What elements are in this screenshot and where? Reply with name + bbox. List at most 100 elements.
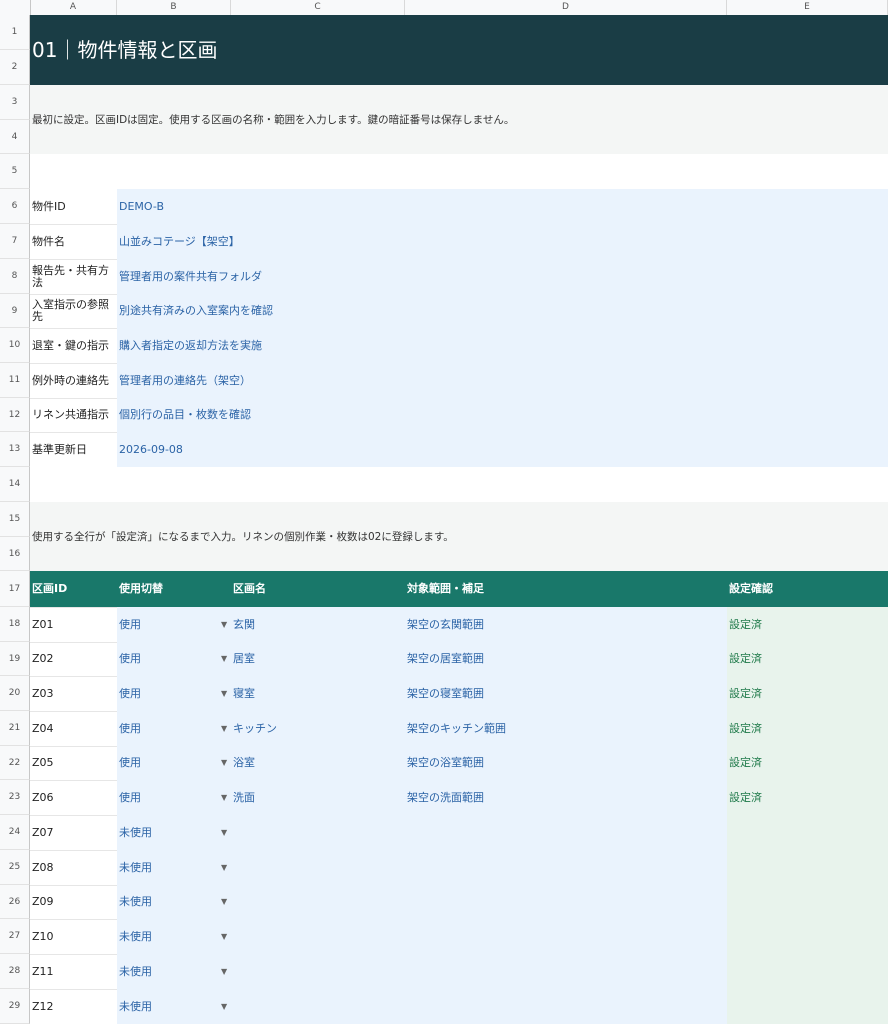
column-header-d[interactable]: D <box>405 0 727 15</box>
row-header-14[interactable]: 14 <box>0 467 30 502</box>
row-header-26[interactable]: 26 <box>0 885 30 919</box>
dropdown-arrow-icon[interactable]: ▼ <box>221 642 227 676</box>
column-header-c[interactable]: C <box>231 0 405 15</box>
dropdown-arrow-icon[interactable]: ▼ <box>221 989 227 1024</box>
zone-name[interactable] <box>233 815 403 850</box>
use-toggle-select[interactable]: 使用 <box>119 780 217 815</box>
property-value[interactable]: DEMO-B <box>119 189 719 224</box>
dropdown-arrow-icon[interactable]: ▼ <box>221 850 227 885</box>
row-header-24[interactable]: 24 <box>0 815 30 850</box>
dropdown-arrow-icon[interactable]: ▼ <box>221 676 227 711</box>
zone-name[interactable] <box>233 850 403 885</box>
row-header-17[interactable]: 17 <box>0 571 30 607</box>
use-toggle-select[interactable]: 使用 <box>119 711 217 746</box>
use-toggle-select[interactable]: 使用 <box>119 607 217 642</box>
dropdown-arrow-icon[interactable]: ▼ <box>221 711 227 746</box>
dropdown-arrow-icon[interactable]: ▼ <box>221 746 227 780</box>
zone-scope[interactable]: 架空のキッチン範囲 <box>407 711 725 746</box>
zone-scope[interactable] <box>407 989 725 1024</box>
property-value[interactable]: 管理者用の案件共有フォルダ <box>119 259 719 294</box>
row-header-11[interactable]: 11 <box>0 363 30 398</box>
zone-name[interactable]: 寝室 <box>233 676 403 711</box>
zone-name[interactable]: 玄関 <box>233 607 403 642</box>
column-header-b[interactable]: B <box>117 0 231 15</box>
row-header-10[interactable]: 10 <box>0 328 30 363</box>
row-divider <box>30 432 117 433</box>
zone-scope[interactable] <box>407 815 725 850</box>
dropdown-arrow-icon[interactable]: ▼ <box>221 885 227 919</box>
property-label: 物件ID <box>32 200 66 213</box>
row-header-1[interactable]: 1 <box>0 15 30 50</box>
row-divider <box>30 224 117 225</box>
row-header-19[interactable]: 19 <box>0 642 30 676</box>
zone-id: Z01 <box>32 618 54 631</box>
row-header-25[interactable]: 25 <box>0 850 30 885</box>
use-toggle-select[interactable]: 使用 <box>119 746 217 780</box>
row-header-4[interactable]: 4 <box>0 120 30 154</box>
property-value[interactable]: 管理者用の連絡先（架空） <box>119 363 719 398</box>
row-header-15[interactable]: 15 <box>0 502 30 537</box>
use-toggle-select[interactable]: 未使用 <box>119 919 217 954</box>
zone-scope[interactable]: 架空の居室範囲 <box>407 642 725 676</box>
row-header-21[interactable]: 21 <box>0 711 30 746</box>
row-header-29[interactable]: 29 <box>0 989 30 1024</box>
use-toggle-select[interactable]: 未使用 <box>119 989 217 1024</box>
use-toggle-select[interactable]: 未使用 <box>119 815 217 850</box>
row-header-5[interactable]: 5 <box>0 154 30 189</box>
row-header-23[interactable]: 23 <box>0 780 30 815</box>
property-value[interactable]: 個別行の品目・枚数を確認 <box>119 398 719 432</box>
row-header-12[interactable]: 12 <box>0 398 30 432</box>
row-header-28[interactable]: 28 <box>0 954 30 989</box>
zone-scope[interactable]: 架空の洗面範囲 <box>407 780 725 815</box>
row-header-2[interactable]: 2 <box>0 50 30 85</box>
zone-name[interactable] <box>233 885 403 919</box>
zone-name[interactable] <box>233 989 403 1024</box>
row-header-7[interactable]: 7 <box>0 224 30 259</box>
row-header-27[interactable]: 27 <box>0 919 30 954</box>
row-header-13[interactable]: 13 <box>0 432 30 467</box>
zone-scope[interactable] <box>407 885 725 919</box>
dropdown-arrow-icon[interactable]: ▼ <box>221 780 227 815</box>
use-toggle-select[interactable]: 未使用 <box>119 885 217 919</box>
column-header-e[interactable]: E <box>727 0 888 15</box>
dropdown-arrow-icon[interactable]: ▼ <box>221 954 227 989</box>
property-value[interactable]: 別途共有済みの入室案内を確認 <box>119 294 719 328</box>
dropdown-arrow-icon[interactable]: ▼ <box>221 919 227 954</box>
dropdown-arrow-icon[interactable]: ▼ <box>221 607 227 642</box>
row-header-6[interactable]: 6 <box>0 189 30 224</box>
property-value[interactable]: 購入者指定の返却方法を実施 <box>119 328 719 363</box>
zone-name[interactable]: 居室 <box>233 642 403 676</box>
row-header-18[interactable]: 18 <box>0 607 30 642</box>
row-header-9[interactable]: 9 <box>0 294 30 328</box>
zone-name[interactable]: 洗面 <box>233 780 403 815</box>
row-header-22[interactable]: 22 <box>0 746 30 780</box>
zone-scope[interactable] <box>407 919 725 954</box>
zone-scope[interactable]: 架空の寝室範囲 <box>407 676 725 711</box>
use-toggle-select[interactable]: 未使用 <box>119 954 217 989</box>
use-toggle-select[interactable]: 使用 <box>119 676 217 711</box>
row-header-8[interactable]: 8 <box>0 259 30 294</box>
zone-scope[interactable]: 架空の玄関範囲 <box>407 607 725 642</box>
zone-scope[interactable] <box>407 850 725 885</box>
zone-name[interactable] <box>233 919 403 954</box>
property-label: 物件名 <box>32 235 65 248</box>
row-header-20[interactable]: 20 <box>0 676 30 711</box>
dropdown-arrow-icon[interactable]: ▼ <box>221 815 227 850</box>
row-header-3[interactable]: 3 <box>0 85 30 120</box>
property-value[interactable]: 山並みコテージ【架空】 <box>119 224 719 259</box>
row-divider <box>30 885 117 886</box>
zone-name[interactable] <box>233 954 403 989</box>
zone-name[interactable]: 浴室 <box>233 746 403 780</box>
column-header-a[interactable]: A <box>30 0 117 15</box>
row-divider <box>30 259 117 260</box>
row-header-16[interactable]: 16 <box>0 537 30 571</box>
row-divider <box>30 328 117 329</box>
zone-name[interactable]: キッチン <box>233 711 403 746</box>
use-toggle-select[interactable]: 使用 <box>119 642 217 676</box>
zone-id: Z10 <box>32 930 54 943</box>
property-value[interactable]: 2026-09-08 <box>119 432 719 467</box>
zone-scope[interactable] <box>407 954 725 989</box>
use-toggle-select[interactable]: 未使用 <box>119 850 217 885</box>
zone-scope[interactable]: 架空の浴室範囲 <box>407 746 725 780</box>
select-all-corner[interactable] <box>0 0 31 15</box>
